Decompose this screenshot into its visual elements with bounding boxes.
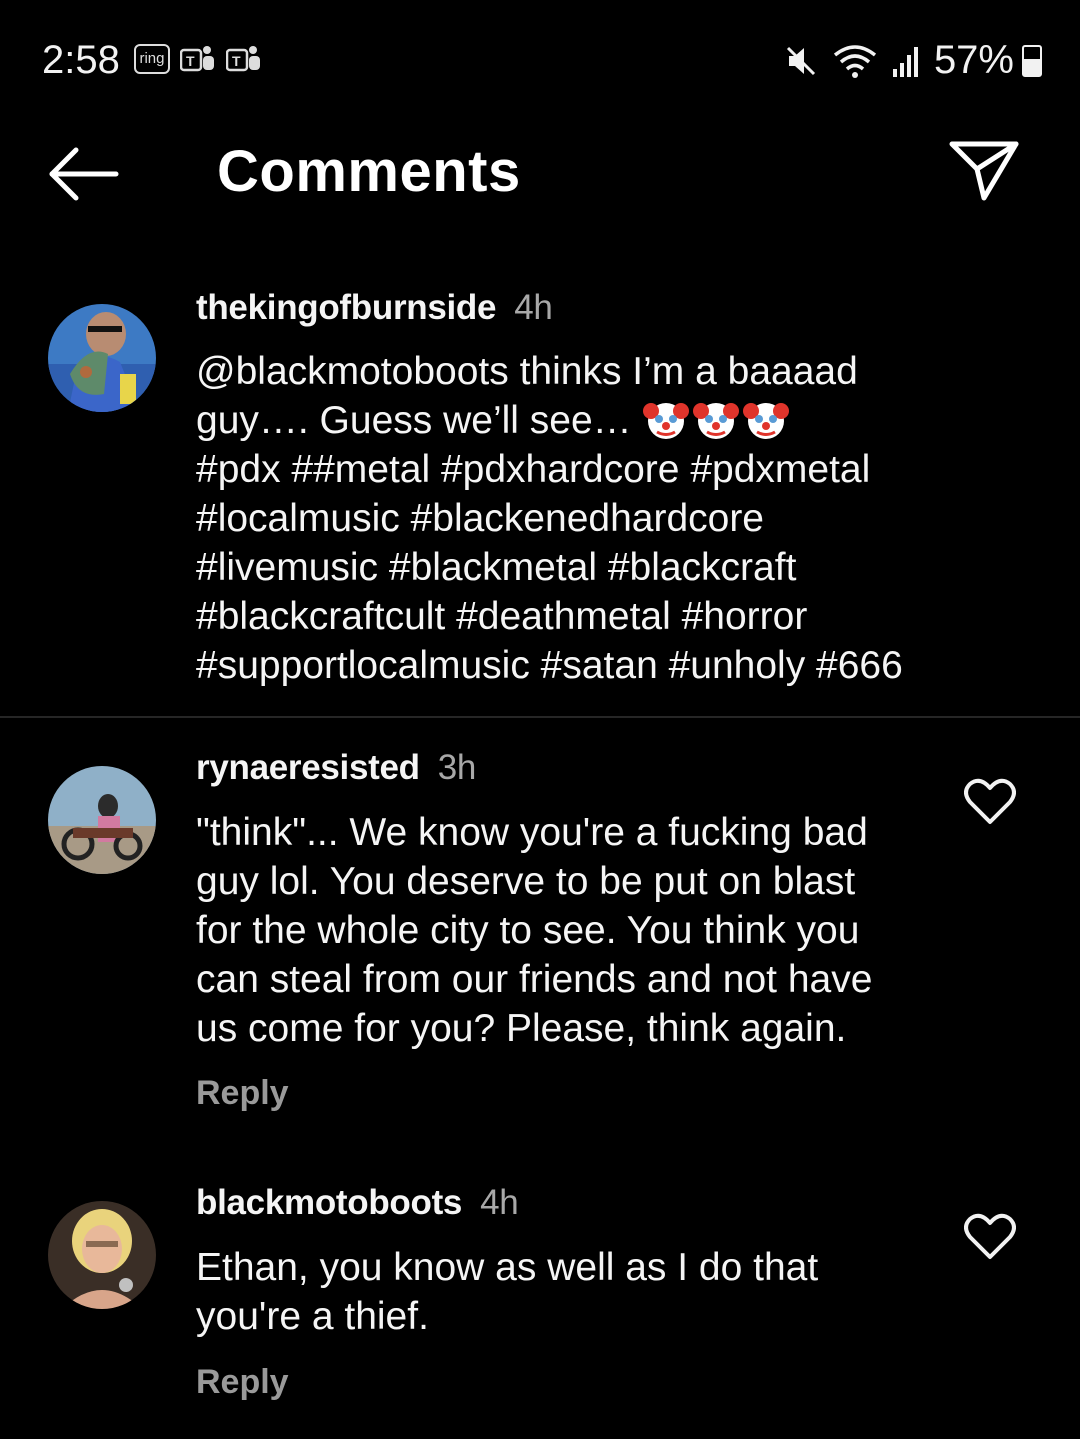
avatar[interactable] — [48, 1201, 156, 1309]
caption-comment: thekingofburnside 4h @blackmotoboots thin… — [0, 280, 1080, 716]
comment-text: Ethan, you know as well as I do that you… — [196, 1246, 819, 1338]
reply-button[interactable]: Reply — [196, 1074, 289, 1113]
heart-icon[interactable] — [964, 1213, 1016, 1261]
page-title: Comments — [217, 139, 521, 204]
comment-hashtags[interactable]: #pdx ##metal #pdxhardcore #pdxmetal #loc… — [196, 448, 903, 687]
heart-icon[interactable] — [964, 778, 1016, 826]
divider — [0, 716, 1080, 718]
comment-time: 3h — [437, 748, 477, 787]
battery-icon — [1022, 44, 1042, 77]
avatar[interactable] — [48, 766, 156, 874]
ring-app-icon: ring — [134, 44, 170, 74]
reply-button[interactable]: Reply — [196, 1363, 289, 1402]
clown-emoji-group — [642, 399, 793, 442]
status-bar: 2:58 ring T T 57% — [0, 0, 1080, 120]
teams-icon: T — [226, 46, 260, 72]
send-icon[interactable] — [944, 136, 1024, 206]
comment-text: @blackmotoboots thinks I’m a baaaad guy…… — [196, 347, 1026, 690]
clown-face-icon — [742, 403, 789, 439]
comment-text: "think"... We know you're a fucking bad … — [196, 811, 873, 1050]
comment-username[interactable]: thekingofburnside 4h — [196, 288, 553, 328]
username-text[interactable]: thekingofburnside — [196, 288, 496, 327]
avatar[interactable] — [48, 304, 156, 412]
svg-text:T: T — [186, 53, 195, 69]
comment: rynaeresisted 3h "think"... We know you'r… — [0, 740, 1080, 1120]
clown-face-icon — [692, 403, 739, 439]
svg-text:T: T — [232, 53, 241, 69]
notification-icons: ring T T — [134, 44, 262, 74]
comment-time: 4h — [514, 288, 553, 327]
username-text[interactable]: rynaeresisted — [196, 748, 420, 787]
system-icons: 57% — [784, 38, 1042, 83]
username-text[interactable]: blackmotoboots — [196, 1183, 462, 1222]
back-arrow-icon[interactable] — [46, 144, 122, 204]
comment: blackmotoboots 4h Ethan, you know as well… — [0, 1175, 1080, 1439]
battery-level — [1024, 58, 1040, 75]
battery-percent: 57% — [933, 38, 1014, 82]
teams-icon: T — [180, 46, 214, 72]
signal-icon — [892, 46, 918, 77]
comment-username[interactable]: rynaeresisted 3h — [196, 748, 476, 788]
comment-time: 4h — [480, 1183, 519, 1222]
comment-username[interactable]: blackmotoboots 4h — [196, 1183, 519, 1223]
header: Comments — [0, 120, 1080, 230]
wifi-icon — [833, 44, 877, 78]
mute-icon — [786, 46, 815, 75]
clown-face-icon — [642, 403, 689, 439]
status-time: 2:58 — [42, 38, 120, 82]
